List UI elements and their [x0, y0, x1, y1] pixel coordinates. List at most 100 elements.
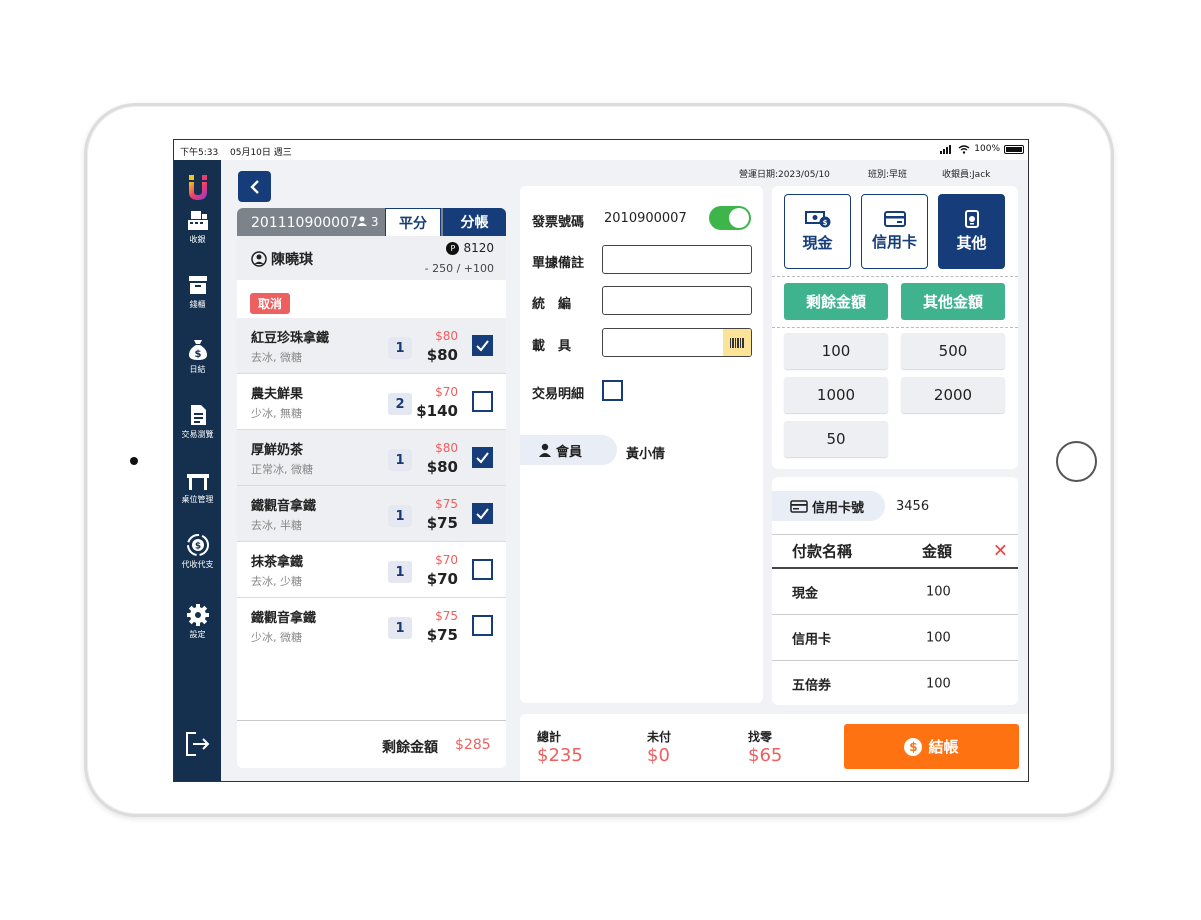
tab-split-bill[interactable]: 分帳 [443, 208, 506, 236]
item-checkbox[interactable] [472, 391, 493, 412]
card-number-pill: 信用卡號 [772, 491, 885, 521]
svg-text:$: $ [194, 542, 200, 552]
unpaid-value: $0 [647, 745, 670, 766]
sidebar-item-transactions[interactable]: 交易瀏覽 [174, 403, 221, 440]
party-size: 3 [357, 215, 378, 229]
person-icon [539, 443, 551, 457]
sidebar-item-label: 桌位管理 [181, 495, 214, 504]
battery-icon [1004, 144, 1024, 154]
close-icon[interactable]: ✕ [993, 541, 1008, 562]
note-input[interactable] [602, 245, 752, 274]
status-bar: 下午5:33 05月10日 週三 100% [174, 140, 1028, 160]
amount-50-button[interactable]: 50 [784, 421, 888, 457]
item-checkbox[interactable] [472, 447, 493, 468]
invoice-number: 2010900007 [604, 211, 687, 226]
invoice-toggle[interactable] [709, 206, 751, 230]
home-button[interactable] [1056, 441, 1097, 482]
customer-name: 陳曉琪 [271, 252, 313, 268]
order-item[interactable]: 紅豆珍珠拿鐵 去冰, 微糖 1 $80 $80 [237, 318, 506, 374]
credit-card-icon [883, 211, 906, 227]
camera [130, 457, 138, 465]
payment-table-header: 付款名稱 金額 ✕ [772, 534, 1018, 569]
table-icon [186, 474, 209, 490]
svg-text:$: $ [194, 349, 201, 360]
order-item[interactable]: 厚鮮奶茶 正常冰, 微糖 1 $80 $80 [237, 430, 506, 486]
sidebar-item-tables[interactable]: 桌位管理 [174, 468, 221, 505]
status-indicators: 100% [940, 144, 1024, 154]
member-label: 會員 [556, 444, 583, 460]
item-qty[interactable]: 1 [388, 505, 412, 527]
order-number: 201110900007 [251, 215, 358, 231]
tax-id-input[interactable] [602, 286, 752, 315]
item-checkbox[interactable] [472, 559, 493, 580]
item-qty[interactable]: 1 [388, 449, 412, 471]
sidebar-item-label: 收銀 [189, 235, 206, 244]
divider [772, 327, 1018, 328]
document-icon [190, 405, 206, 425]
customer-name-wrap: 陳曉琪 [251, 249, 313, 269]
sidebar-item-drawer[interactable]: 錢櫃 [174, 273, 221, 310]
exchange-icon: $ [186, 534, 209, 556]
remaining-label: 剩餘金額 [382, 740, 438, 756]
cash-register-icon [187, 211, 208, 230]
back-button[interactable] [238, 171, 271, 202]
item-qty[interactable]: 1 [388, 337, 412, 359]
member-pill[interactable]: 會員 [520, 435, 617, 465]
signal-icon [940, 144, 952, 154]
amount-1000-button[interactable]: 1000 [784, 377, 888, 413]
customer-row[interactable]: 陳曉琪 P 8120 - 250 / +100 [237, 236, 506, 280]
item-qty[interactable]: 1 [388, 617, 412, 639]
item-checkbox[interactable] [472, 503, 493, 524]
tab-even-split[interactable]: 平分 [385, 208, 441, 236]
drawer-icon [188, 276, 207, 294]
barcode-scan-button[interactable] [723, 329, 751, 356]
item-checkbox[interactable] [472, 335, 493, 356]
chevron-left-icon [249, 179, 259, 194]
other-payment-button[interactable]: 其他 [938, 194, 1005, 269]
sidebar-item-collect-pay[interactable]: $ 代收代支 [174, 533, 221, 570]
sidebar-item-label: 交易瀏覽 [181, 430, 214, 439]
item-checkbox[interactable] [472, 615, 493, 636]
order-item[interactable]: 抹茶拿鐵 去冰, 少糖 1 $70 $70 [237, 542, 506, 598]
battery-percent: 100% [974, 144, 1000, 154]
item-qty[interactable]: 1 [388, 561, 412, 583]
checkout-button[interactable]: $ 結帳 [844, 724, 1019, 769]
amount-500-button[interactable]: 500 [901, 333, 1005, 369]
check-icon [476, 452, 489, 464]
sidebar-item-cashier[interactable]: 收銀 [174, 208, 221, 245]
sidebar-item-label: 設定 [189, 630, 206, 639]
payment-list-panel: 信用卡號 3456 付款名稱 金額 ✕ 現金 100 信用卡 100 五倍券 1… [772, 477, 1018, 705]
credit-card-button[interactable]: 信用卡 [861, 194, 928, 269]
sidebar-item-daily-close[interactable]: $ 日結 [174, 338, 221, 375]
remaining-amount-button[interactable]: 剩餘金額 [784, 283, 888, 320]
payment-row[interactable]: 現金 100 [772, 569, 1018, 615]
item-qty[interactable]: 2 [388, 393, 412, 415]
other-amount-button[interactable]: 其他金額 [901, 283, 1005, 320]
invoice-label: 發票號碼 [532, 215, 585, 230]
wallet-icon [964, 210, 979, 228]
sidebar-item-settings[interactable]: 設定 [174, 603, 221, 640]
order-item[interactable]: 農夫鮮果 少冰, 無糖 2 $70 $140 [237, 374, 506, 430]
brand-logo [189, 175, 207, 200]
order-item[interactable]: 鐵觀音拿鐵 去冰, 半糖 1 $75 $75 [237, 486, 506, 542]
amount-100-button[interactable]: 100 [784, 333, 888, 369]
points-icon: P [446, 241, 460, 255]
order-item[interactable]: 鐵觀音拿鐵 少冰, 微糖 1 $75 $75 [237, 598, 506, 654]
money-bag-icon: $ [188, 340, 207, 360]
detail-checkbox[interactable] [602, 380, 623, 401]
logout-icon[interactable] [184, 730, 212, 758]
sidebar-item-label: 錢櫃 [189, 300, 206, 309]
payment-row[interactable]: 信用卡 100 [772, 615, 1018, 661]
cashier-label: 收銀員:Jack [942, 170, 991, 180]
amount-2000-button[interactable]: 2000 [901, 377, 1005, 413]
dollar-coin-icon: $ [904, 737, 923, 756]
customer-points: P 8120 [446, 241, 494, 255]
barcode-icon [730, 337, 744, 348]
svg-text:$: $ [822, 219, 827, 227]
check-icon [476, 508, 489, 520]
cancel-button[interactable]: 取消 [250, 293, 291, 314]
check-icon [476, 340, 489, 352]
payment-row[interactable]: 五倍券 100 [772, 661, 1018, 707]
carrier-input[interactable] [602, 328, 752, 357]
cash-button[interactable]: $ 現金 [784, 194, 851, 269]
